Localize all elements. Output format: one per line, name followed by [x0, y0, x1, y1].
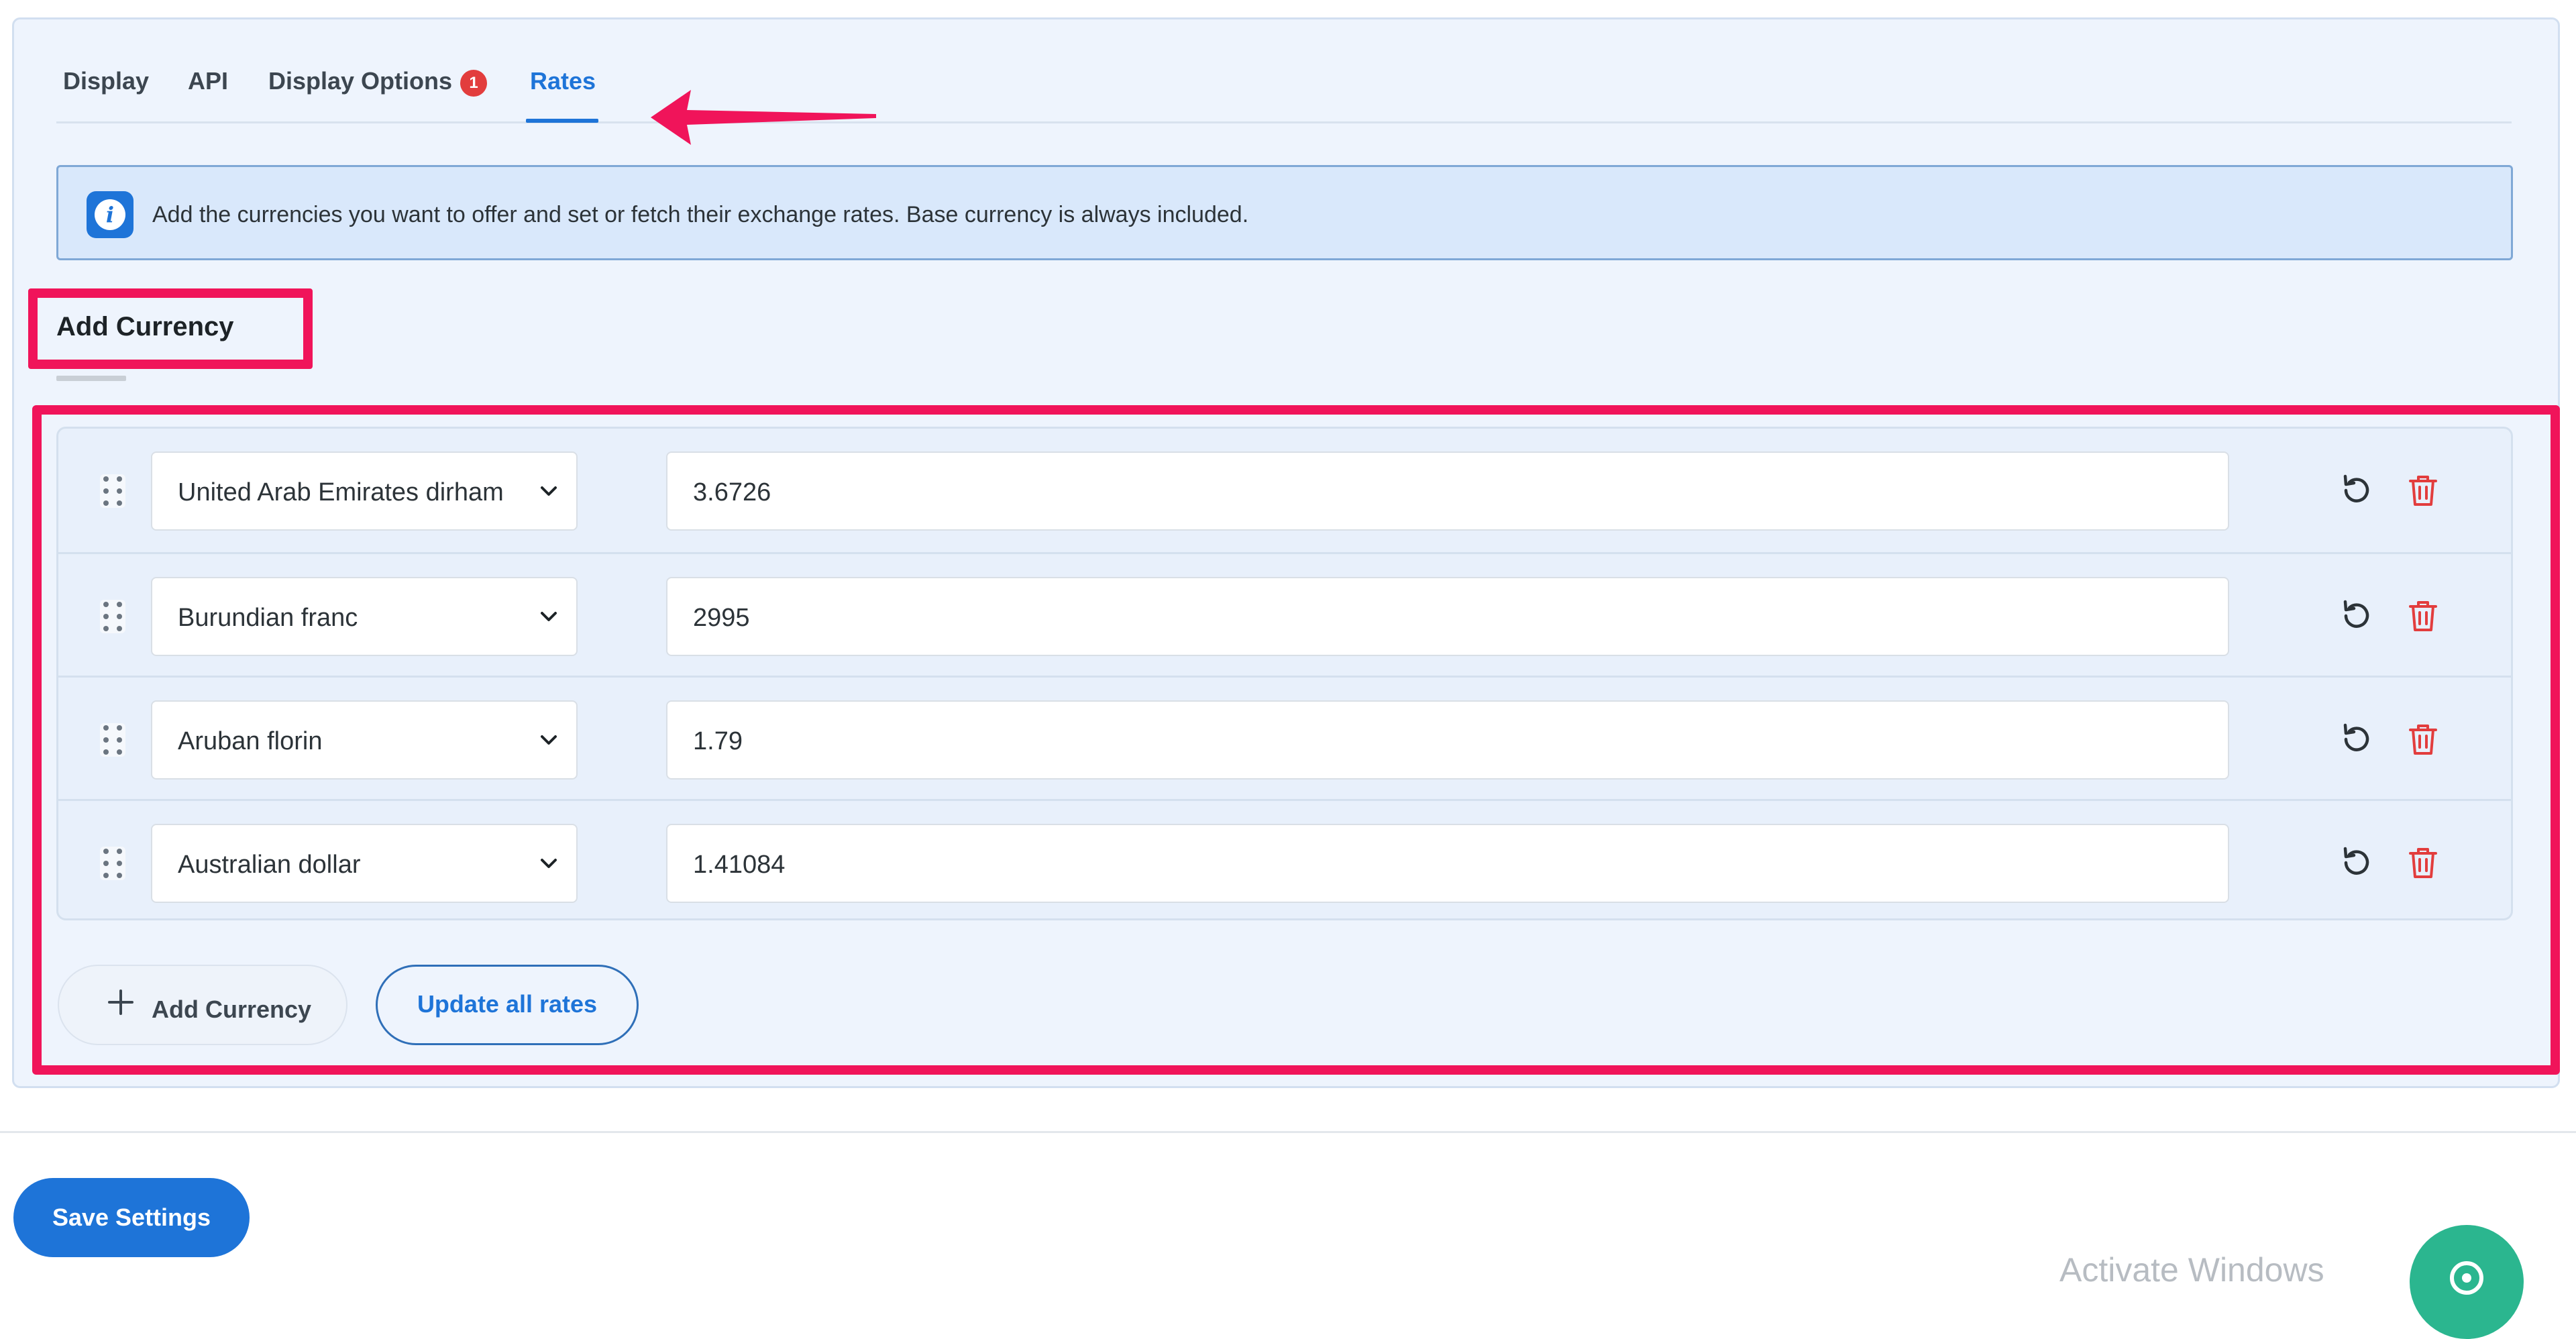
active-tab-indicator	[526, 119, 598, 123]
tab-display[interactable]: Display	[63, 67, 149, 95]
save-settings-button[interactable]: Save Settings	[13, 1178, 250, 1257]
info-icon: i	[87, 191, 133, 238]
tab-display-options-label: Display Options	[268, 67, 453, 95]
tab-api[interactable]: API	[188, 67, 228, 95]
tab-display-options[interactable]: Display Options 1	[268, 67, 488, 97]
help-icon	[2450, 1261, 2483, 1295]
tab-rates[interactable]: Rates	[530, 67, 596, 95]
divider	[0, 1131, 2576, 1133]
annotation-highlight-title	[28, 288, 313, 369]
notice-text: Add the currencies you want to offer and…	[152, 202, 1249, 227]
info-notice: i Add the currencies you want to offer a…	[56, 165, 2513, 260]
annotation-arrow-icon	[651, 90, 876, 145]
notification-badge: 1	[460, 70, 488, 97]
annotation-highlight-rows	[32, 405, 2560, 1075]
section-underline	[56, 376, 126, 381]
help-chat-button[interactable]	[2410, 1225, 2524, 1339]
windows-activation-watermark: Activate Windows	[2059, 1251, 2324, 1289]
tab-bar: Display API Display Options 1 Rates	[56, 40, 2512, 145]
